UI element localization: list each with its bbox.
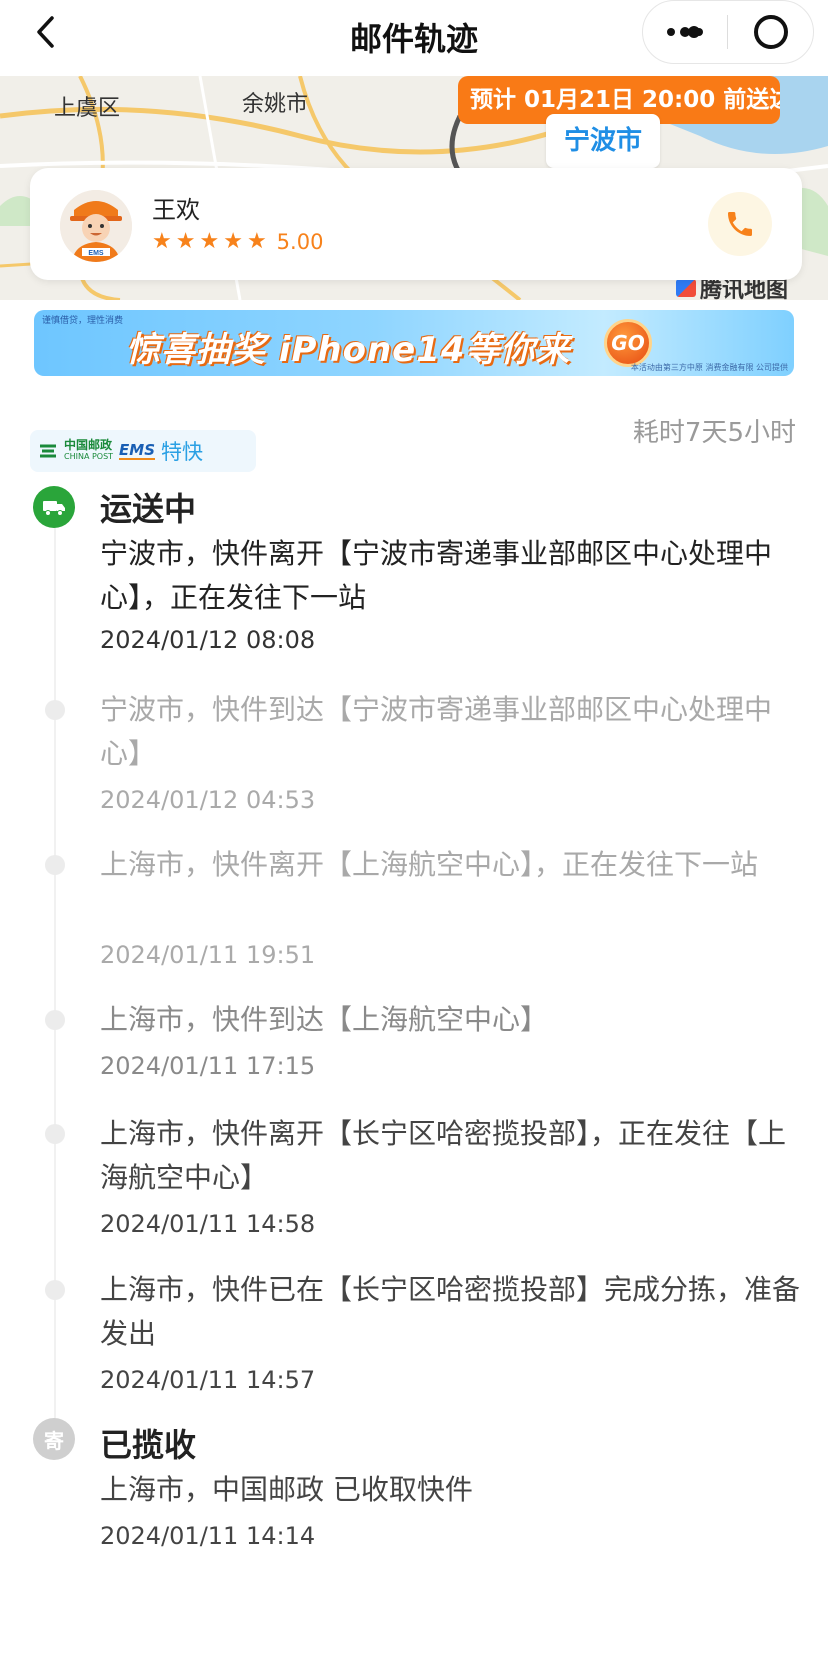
event-description: 宁波市，快件离开【宁波市寄递事业部邮区中心处理中心】，正在发往下一站 [100, 537, 773, 614]
event-description: 上海市，快件离开【长宁区哈密揽投部】，正在发往【上海航空中心】 [100, 1117, 787, 1194]
map-label-yuyao: 余姚市 [242, 92, 309, 117]
event-time: 2024/01/12 04:53 [100, 786, 316, 814]
send-icon: 寄 [33, 1418, 75, 1460]
target-close-icon [688, 15, 788, 49]
banner-go-button[interactable]: GO [604, 319, 652, 367]
promo-banner[interactable]: 谨慎借贷，理性消费 惊喜抽奖 iPhone14等你来 GO 本活动由第三方中原 … [34, 310, 794, 376]
timeline-dot [45, 1280, 65, 1300]
close-button[interactable] [688, 1, 813, 63]
event-description: 宁波市，快件到达【宁波市寄递事业部邮区中心处理中心】 [100, 693, 773, 770]
elapsed-time: 耗时7天5小时 [632, 418, 796, 448]
phone-icon [728, 212, 752, 236]
star-icon: ★ [199, 229, 220, 254]
status-label: 已揽收 [100, 1426, 197, 1464]
tencent-map-logo-icon [676, 279, 696, 297]
carrier-name: 中国邮政 [64, 438, 113, 452]
courier-name: 王欢 [152, 196, 200, 224]
star-icon: ★ [175, 229, 196, 254]
event-time: 2024/01/11 17:15 [100, 1052, 316, 1080]
ems-logo: EMS [119, 441, 156, 460]
more-button[interactable] [643, 1, 727, 63]
svg-text:EMS: EMS [88, 250, 104, 257]
more-dots-icon [667, 28, 675, 36]
destination-city-bubble: 宁波市 [546, 114, 660, 168]
mini-program-capsule [642, 0, 814, 64]
event-description: 上海市，快件到达【上海航空中心】 [100, 1003, 549, 1036]
timeline-dot [45, 855, 65, 875]
truck-icon [33, 486, 75, 528]
timeline-line [54, 518, 56, 1458]
carrier-badge: 中国邮政 CHINA POST EMS 特快 [30, 430, 256, 472]
courier-rating: ★ ★ ★ ★ ★ 5.00 [152, 230, 323, 254]
event-description: 上海市，快件已在【长宁区哈密揽投部】完成分拣，准备发出 [100, 1273, 801, 1350]
event-time: 2024/01/11 14:58 [100, 1210, 316, 1238]
event-time: 2024/01/11 19:51 [100, 941, 316, 969]
china-post-logo-icon [40, 444, 56, 458]
map-label-shangyu: 上虞区 [54, 96, 121, 121]
status-label: 运送中 [100, 490, 197, 528]
tracking-sheet: 谨慎借贷，理性消费 惊喜抽奖 iPhone14等你来 GO 本活动由第三方中原 … [0, 300, 828, 1653]
timeline-dot [45, 1124, 65, 1144]
rating-value: 5.00 [276, 230, 324, 254]
star-icon: ★ [152, 229, 172, 254]
banner-disclaimer: 谨慎借贷，理性消费 [42, 316, 124, 326]
event-description: 上海市，中国邮政 已收取快件 [100, 1473, 473, 1506]
banner-fine-print: 本活动由第三方中原 消费金融有限 公司提供 [630, 363, 788, 372]
timeline-dot [45, 1010, 65, 1030]
event-time: 2024/01/12 08:08 [100, 626, 316, 654]
event-time: 2024/01/11 14:57 [100, 1366, 316, 1394]
call-courier-button[interactable] [708, 192, 772, 256]
nav-bar: 邮件轨迹 [0, 0, 828, 70]
event-description: 上海市，快件离开【上海航空中心】，正在发往下一站 [100, 848, 759, 881]
courier-card: EMS 王欢 ★ ★ ★ ★ ★ 5.00 [30, 168, 802, 280]
carrier-name-en: CHINA POST [64, 452, 114, 461]
timeline-dot [45, 700, 65, 720]
star-icon: ★ [246, 229, 267, 254]
star-icon: ★ [223, 229, 243, 254]
courier-avatar: EMS [60, 190, 132, 262]
service-type: 特快 [161, 440, 204, 464]
banner-promo-text: 惊喜抽奖 iPhone14等你来 [126, 330, 571, 370]
event-time: 2024/01/11 14:14 [100, 1522, 316, 1550]
